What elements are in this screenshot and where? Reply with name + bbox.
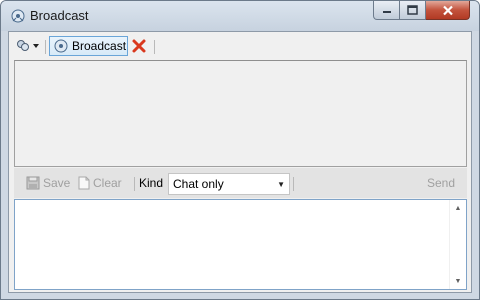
toolbar-divider	[293, 177, 294, 191]
users-gear-icon	[17, 40, 29, 51]
blank-page-icon	[78, 176, 90, 190]
users-dropdown-button[interactable]	[15, 38, 41, 54]
scroll-down-button[interactable]: ▼	[450, 273, 466, 289]
tab-broadcast-label: Broadcast	[72, 39, 127, 53]
maximize-button[interactable]	[400, 1, 426, 20]
toolbar-divider	[154, 40, 155, 54]
kind-label-text: Kind	[139, 176, 164, 190]
toolbar-divider	[45, 40, 46, 54]
client-area: Broadcast Save Clear Kind Chat only ▼ Se…	[8, 31, 472, 293]
toolbar-divider	[134, 177, 135, 191]
message-output-panel	[14, 60, 467, 167]
title-bar[interactable]: Broadcast	[1, 1, 479, 31]
broadcast-app-icon	[10, 8, 26, 24]
arrow-up-icon: ▲	[454, 204, 462, 212]
minimize-icon	[382, 11, 391, 13]
message-input[interactable]: ▲ ▼	[14, 199, 467, 290]
close-icon	[442, 5, 453, 15]
close-tab-button[interactable]	[131, 38, 147, 54]
caption-buttons	[373, 1, 470, 21]
save-label: Save	[43, 176, 71, 190]
kind-select[interactable]: Chat only ▼	[168, 173, 290, 195]
save-button[interactable]: Save	[26, 176, 70, 190]
kind-label: Kind	[139, 176, 163, 190]
broadcast-icon	[54, 39, 68, 53]
close-button[interactable]	[426, 1, 470, 20]
broadcast-window: Broadcast Broadcast Save Clear Kind Chat…	[0, 0, 480, 300]
send-label: Send	[427, 176, 456, 190]
send-button[interactable]: Send	[427, 176, 455, 190]
window-title: Broadcast	[30, 8, 89, 23]
arrow-down-icon: ▼	[454, 277, 462, 285]
red-x-icon	[132, 39, 146, 53]
floppy-disk-icon	[26, 176, 40, 190]
kind-select-value: Chat only	[173, 177, 224, 191]
chevron-down-icon	[33, 44, 39, 48]
scroll-up-button[interactable]: ▲	[450, 200, 466, 216]
chevron-down-icon: ▼	[277, 180, 285, 189]
vertical-scrollbar[interactable]: ▲ ▼	[449, 200, 466, 289]
clear-label: Clear	[93, 176, 122, 190]
top-toolbar: Broadcast	[9, 32, 471, 60]
tab-broadcast[interactable]: Broadcast	[49, 36, 128, 56]
minimize-button[interactable]	[373, 1, 400, 20]
clear-button[interactable]: Clear	[78, 176, 122, 190]
compose-toolbar: Save Clear Kind Chat only ▼ Send	[14, 168, 467, 198]
maximize-icon	[407, 5, 418, 15]
